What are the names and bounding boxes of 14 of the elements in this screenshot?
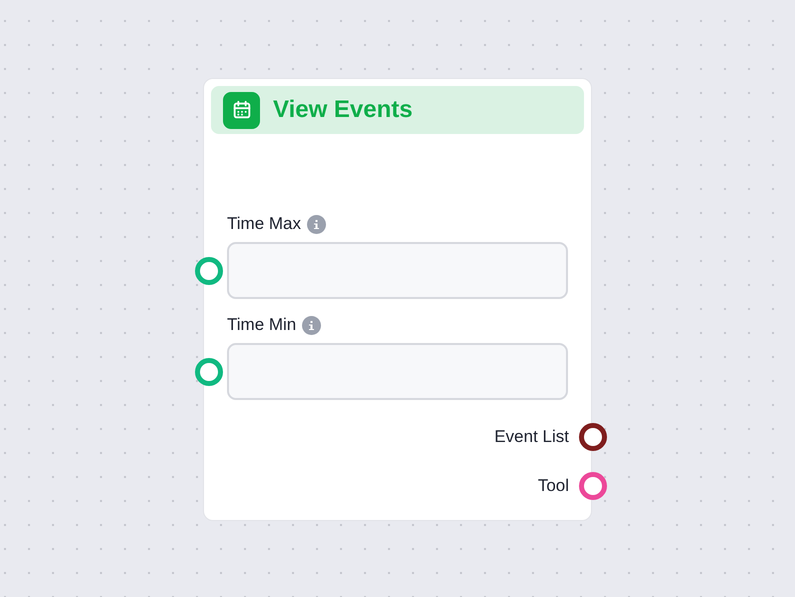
- connection-handle[interactable]: [579, 472, 607, 500]
- connection-handle[interactable]: [195, 358, 223, 386]
- node-title: View Events: [273, 95, 413, 125]
- info-icon[interactable]: [307, 214, 326, 234]
- field-label: Time Min: [227, 314, 296, 336]
- text-field[interactable]: [227, 343, 568, 400]
- connection-handle[interactable]: [579, 423, 607, 451]
- output-label: Event List: [494, 426, 569, 448]
- field-label: Time Max: [227, 213, 301, 236]
- text-field[interactable]: [227, 242, 568, 299]
- info-icon[interactable]: [302, 316, 322, 334]
- connection-handle[interactable]: [195, 256, 223, 284]
- calendar-icon: [223, 92, 260, 128]
- output-label: Tool: [538, 475, 569, 498]
